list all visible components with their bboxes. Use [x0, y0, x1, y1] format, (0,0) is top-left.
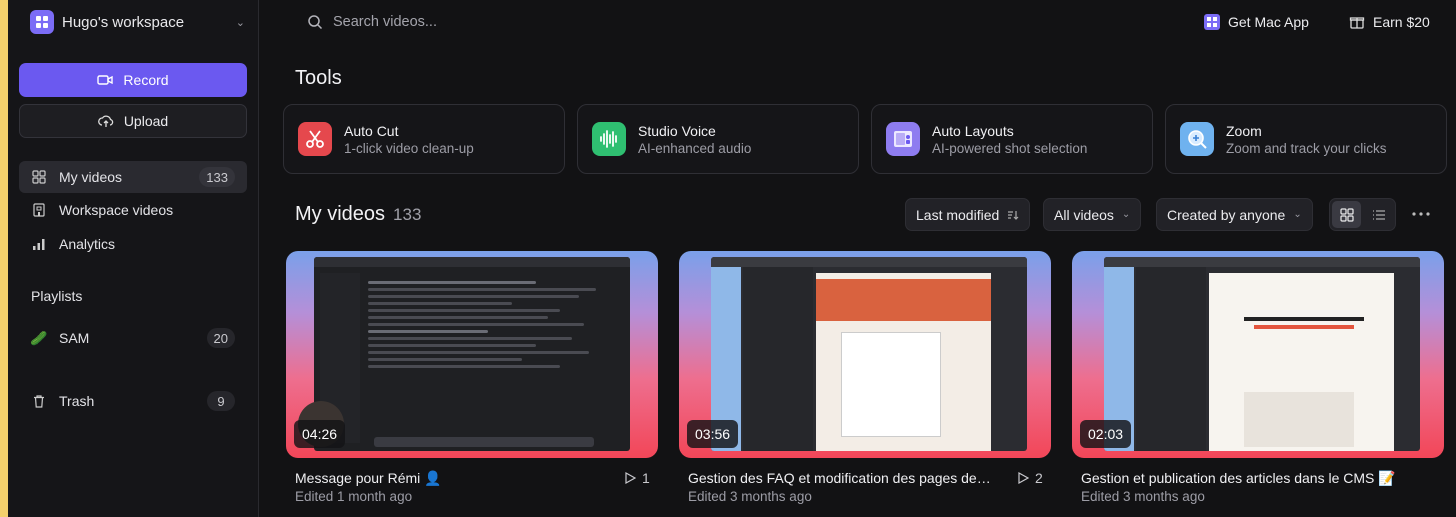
play-icon: [1018, 472, 1029, 484]
sidebar-item-label: Trash: [59, 393, 95, 409]
video-title[interactable]: Gestion et publication des articles dans…: [1081, 470, 1451, 487]
trash-icon: [31, 394, 47, 408]
sidebar-item-label: Analytics: [59, 236, 116, 252]
tool-subtitle: Zoom and track your clicks: [1226, 140, 1387, 156]
duration-badge: 04:26: [294, 420, 346, 448]
chevron-down-icon: ⌄: [1121, 209, 1131, 220]
upload-label: Upload: [123, 113, 169, 129]
video-edited: Edited 3 months ago: [688, 489, 812, 504]
creator-filter-dropdown[interactable]: Created by anyone ⌄: [1156, 198, 1313, 231]
scissors-icon: [298, 122, 332, 156]
video-thumbnail: [314, 257, 630, 451]
cucumber-emoji-icon: 🥒: [30, 329, 48, 346]
camera-icon: [97, 75, 114, 85]
sidebar-item-analytics[interactable]: Analytics: [19, 228, 247, 260]
gift-icon: [1349, 14, 1365, 30]
video-edited: Edited 1 month ago: [295, 489, 413, 504]
tool-card-auto-layouts[interactable]: Auto Layouts AI-powered shot selection: [871, 104, 1153, 174]
workspace-logo-icon: [30, 10, 54, 34]
video-card[interactable]: 03:56: [679, 251, 1051, 458]
tool-title: Auto Cut: [344, 122, 399, 139]
search-placeholder: Search videos...: [333, 14, 437, 30]
view-count: 2: [1017, 470, 1043, 486]
sidebar-item-label: My videos: [59, 169, 123, 185]
list-icon: [1372, 209, 1385, 220]
video-thumbnail: [1104, 257, 1420, 451]
view-count-value: 1: [642, 470, 650, 486]
video-title[interactable]: Message pour Rémi 👤: [295, 470, 605, 487]
sort-label: Last modified: [916, 206, 1000, 223]
grid-icon: [31, 170, 47, 184]
tool-subtitle: AI-enhanced audio: [638, 140, 752, 156]
upload-button[interactable]: Upload: [19, 104, 247, 138]
video-card[interactable]: 04:26: [286, 251, 658, 458]
magnifier-icon: [1180, 122, 1214, 156]
layout-icon: [886, 122, 920, 156]
workspace-switcher[interactable]: Hugo's workspace ⌄: [30, 10, 245, 34]
tool-subtitle: 1-click video clean-up: [344, 140, 474, 156]
my-videos-count: 133: [393, 205, 422, 224]
playlist-item-sam[interactable]: 🥒 SAM 20: [19, 322, 247, 354]
duration-badge: 02:03: [1080, 420, 1132, 448]
list-view-button[interactable]: [1364, 201, 1393, 228]
tool-title: Zoom: [1226, 122, 1262, 139]
video-title[interactable]: Gestion des FAQ et modification des page…: [688, 470, 1006, 486]
bar-chart-icon: [31, 237, 47, 251]
sidebar-item-trash[interactable]: Trash 9: [19, 385, 247, 417]
my-videos-heading: My videos 133: [295, 203, 421, 226]
video-card[interactable]: 02:03: [1072, 251, 1444, 458]
window-edge-strip: [0, 0, 8, 517]
grid-view-button[interactable]: [1332, 201, 1361, 228]
building-icon: [31, 203, 47, 217]
sidebar-item-label: Workspace videos: [59, 202, 174, 218]
video-edited: Edited 3 months ago: [1081, 489, 1205, 504]
top-bar: Search videos... Get Mac App Earn $20: [259, 0, 1456, 44]
chevron-down-icon: ⌄: [235, 16, 245, 29]
earn-link[interactable]: Earn $20: [1349, 11, 1430, 33]
sidebar: Hugo's workspace ⌄ Record Upload My vide…: [8, 0, 259, 517]
search-icon: [308, 15, 323, 30]
workspace-name: Hugo's workspace: [62, 13, 185, 31]
upload-icon: [97, 115, 114, 127]
view-count-value: 2: [1035, 470, 1043, 486]
waveform-icon: [592, 122, 626, 156]
sort-icon: [1008, 210, 1019, 220]
playlist-label: SAM: [59, 330, 90, 346]
view-toggle: [1329, 198, 1396, 231]
count-badge: 20: [206, 328, 235, 348]
duration-badge: 03:56: [687, 420, 739, 448]
more-icon: [1412, 212, 1430, 216]
chevron-down-icon: ⌄: [1293, 209, 1302, 220]
play-icon: [625, 472, 636, 484]
video-thumbnail: [711, 257, 1027, 451]
more-options-button[interactable]: [1409, 203, 1433, 225]
tool-card-zoom[interactable]: Zoom Zoom and track your clicks: [1165, 104, 1447, 174]
tool-card-studio-voice[interactable]: Studio Voice AI-enhanced audio: [577, 104, 859, 174]
video-filter-dropdown[interactable]: All videos ⌄: [1043, 198, 1142, 231]
grid-icon: [1339, 207, 1354, 222]
playlists-heading: Playlists: [31, 288, 83, 304]
filter-label: All videos: [1054, 206, 1114, 223]
sidebar-item-workspace-videos[interactable]: Workspace videos: [19, 194, 247, 226]
search-input[interactable]: Search videos...: [307, 11, 607, 33]
tool-title: Auto Layouts: [932, 122, 1014, 139]
tool-card-auto-cut[interactable]: Auto Cut 1-click video clean-up: [283, 104, 565, 174]
tool-subtitle: AI-powered shot selection: [932, 140, 1088, 156]
count-badge: 133: [199, 167, 235, 187]
sidebar-item-my-videos[interactable]: My videos 133: [19, 161, 247, 193]
count-badge: 9: [207, 391, 235, 411]
tool-title: Studio Voice: [638, 122, 716, 139]
my-videos-title: My videos: [295, 203, 386, 225]
sort-dropdown[interactable]: Last modified: [905, 198, 1031, 231]
record-label: Record: [123, 72, 169, 88]
earn-label: Earn $20: [1373, 14, 1430, 30]
view-count: 1: [624, 470, 650, 486]
tools-heading: Tools: [295, 67, 342, 89]
get-mac-app-label: Get Mac App: [1228, 14, 1309, 30]
get-mac-app-link[interactable]: Get Mac App: [1204, 11, 1309, 33]
creator-label: Created by anyone: [1167, 206, 1286, 223]
record-button[interactable]: Record: [19, 63, 247, 97]
app-logo-icon: [1204, 14, 1220, 30]
